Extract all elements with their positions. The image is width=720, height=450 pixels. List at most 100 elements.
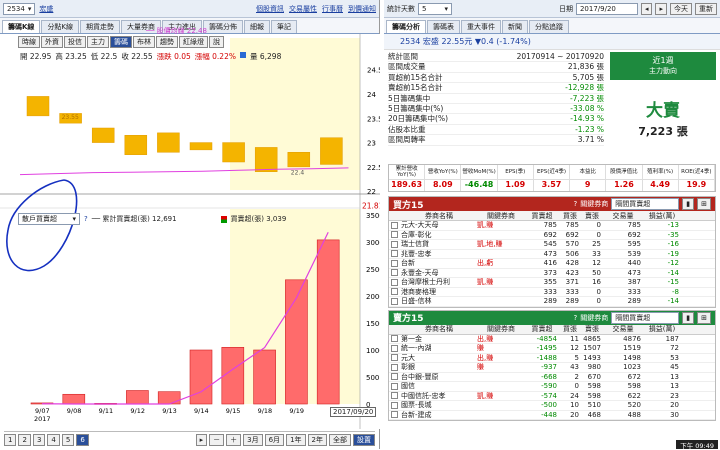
tool-chip[interactable]: 籌碼: [110, 36, 132, 48]
open-value: 開 22.95: [20, 52, 52, 61]
tool-timeline[interactable]: 時線: [18, 36, 40, 48]
page-5[interactable]: 5: [61, 433, 75, 446]
stock-code-select[interactable]: 2534 ▾: [3, 2, 36, 15]
page-3[interactable]: 3: [32, 433, 46, 446]
tool-explain[interactable]: 說: [209, 36, 224, 48]
row-checkbox[interactable]: [391, 240, 398, 248]
help-icon[interactable]: ?: [574, 200, 578, 208]
buy-table-cell: 428: [565, 259, 579, 268]
tab-chip-table[interactable]: 籌碼表: [427, 20, 460, 33]
row-checkbox[interactable]: [391, 231, 398, 239]
tool-trend[interactable]: 趨勢: [156, 36, 178, 48]
period-3m[interactable]: 3月: [243, 433, 263, 446]
row-checkbox[interactable]: [391, 401, 398, 409]
period-2y[interactable]: 2年: [307, 433, 327, 446]
row-checkbox[interactable]: [391, 221, 398, 229]
buy-sort-value: 隔間買賣超: [615, 200, 651, 208]
settings-button[interactable]: 設置: [353, 433, 375, 446]
buy-table-cell: 373: [543, 268, 557, 277]
tool-foreign[interactable]: 外資: [41, 36, 63, 48]
sell-table-row[interactable]: 台新-建成 -448 20 468 488 30: [389, 410, 715, 420]
row-checkbox[interactable]: [391, 335, 398, 343]
prev-date-icon[interactable]: ◂: [640, 2, 653, 15]
sell-table-cell: 國信: [401, 382, 415, 391]
buy-table-cell: 355: [543, 278, 557, 287]
period-6m[interactable]: 6月: [264, 433, 285, 446]
row-checkbox[interactable]: [391, 382, 398, 390]
summary-label: 5日籌碼集中(%): [388, 103, 444, 113]
link-price-alert[interactable]: 到價通知: [348, 4, 376, 14]
buy-table-cell: 台灣摩根士丹利: [401, 278, 450, 287]
tab-branch-kline[interactable]: 分點K線: [41, 20, 80, 33]
row-checkbox[interactable]: [391, 288, 398, 296]
indicator-select[interactable]: 散戶買賣超 ▾: [18, 213, 80, 225]
stat-days-select[interactable]: 5 ▾: [418, 2, 452, 15]
date-input[interactable]: 2017/9/20: [575, 2, 638, 15]
page-2[interactable]: 2: [18, 433, 31, 446]
sell-table-col-header: 券商名稱: [425, 325, 453, 333]
tool-traffic-light[interactable]: 紅綠燈: [179, 36, 208, 48]
buy-expand-icon[interactable]: ▮: [682, 198, 695, 210]
sell-table-cell: 520: [627, 401, 641, 410]
link-stock-info[interactable]: 個股資訊: [256, 4, 284, 14]
today-button[interactable]: 今天: [670, 2, 692, 15]
summary-value: -12,928 張: [565, 83, 604, 93]
tab-futures[interactable]: 期貨走勢: [80, 20, 121, 33]
zoom-in-icon[interactable]: ＋: [226, 433, 242, 446]
row-checkbox[interactable]: [391, 392, 398, 400]
row-checkbox[interactable]: [391, 373, 398, 381]
row-checkbox[interactable]: [391, 269, 398, 277]
page-4[interactable]: 4: [47, 433, 60, 446]
tab-report[interactable]: 細報: [244, 20, 271, 33]
sell-table-cell: 488: [627, 410, 641, 419]
tool-trust[interactable]: 投信: [64, 36, 86, 48]
tab-branch-track[interactable]: 分點追蹤: [529, 20, 569, 33]
metric-value: 19.9: [679, 180, 715, 191]
tool-bollinger[interactable]: 布林: [133, 36, 155, 48]
sell-expand-icon[interactable]: ▮: [682, 311, 695, 324]
stock-name-link[interactable]: 宏盛: [39, 4, 53, 14]
row-checkbox[interactable]: [391, 363, 398, 371]
sell-table-cell: 598: [627, 382, 641, 391]
next-date-icon[interactable]: ▸: [655, 2, 667, 15]
tab-chip-kline[interactable]: 籌碼K線: [2, 20, 41, 33]
sell-sort-select[interactable]: 隔間買賣超: [611, 311, 680, 324]
tab-news[interactable]: 新聞: [502, 20, 528, 33]
row-checkbox[interactable]: [391, 344, 398, 352]
buy-grid-icon[interactable]: ⊞: [697, 198, 711, 210]
help-icon[interactable]: ?: [574, 314, 578, 322]
help-icon[interactable]: ?: [84, 215, 88, 223]
link-trade-attr[interactable]: 交易屬性: [289, 4, 317, 14]
page-1[interactable]: 1: [4, 433, 17, 446]
sell-grid-icon[interactable]: ⊞: [697, 311, 711, 324]
sell-table-cell: 45: [670, 363, 679, 372]
buy-table-row[interactable]: 日盛-信林 289 289 0 289 -14: [389, 297, 715, 307]
row-checkbox[interactable]: [391, 259, 398, 267]
tab-notes[interactable]: 筆記: [271, 20, 298, 33]
row-checkbox[interactable]: [391, 297, 398, 305]
period-1y[interactable]: 1年: [286, 433, 306, 446]
link-calendar[interactable]: 行事曆: [322, 4, 343, 14]
year-label: 2017: [34, 415, 51, 423]
row-checkbox[interactable]: [391, 278, 398, 286]
x-tick-label: 9/19: [289, 407, 304, 415]
row-checkbox[interactable]: [391, 411, 398, 419]
sell-table-cell: -668: [541, 372, 557, 381]
row-checkbox[interactable]: [391, 250, 398, 258]
tab-chip-analysis[interactable]: 籌碼分析: [386, 20, 426, 33]
tool-main[interactable]: 主力: [87, 36, 109, 48]
zoom-out-icon[interactable]: －: [209, 433, 225, 446]
scroll-right-icon[interactable]: ▸: [195, 433, 208, 446]
volume-tick-label: 500: [366, 374, 379, 382]
tab-chip-dist[interactable]: 籌碼分佈: [203, 20, 244, 33]
period-all[interactable]: 全部: [329, 433, 351, 446]
refresh-button[interactable]: 重新: [695, 2, 717, 15]
buy-table-cell: 凱,地,賺: [477, 240, 503, 249]
page-6[interactable]: 6: [76, 433, 89, 446]
tab-major-events[interactable]: 重大事件: [461, 20, 501, 33]
sell-table-cell: 2: [574, 372, 579, 381]
x-tick-label: 9/07: [35, 407, 50, 415]
sell-table-cell: 72: [670, 344, 679, 353]
buy-sort-select[interactable]: 隔間買賣超: [611, 198, 680, 210]
row-checkbox[interactable]: [391, 354, 398, 362]
